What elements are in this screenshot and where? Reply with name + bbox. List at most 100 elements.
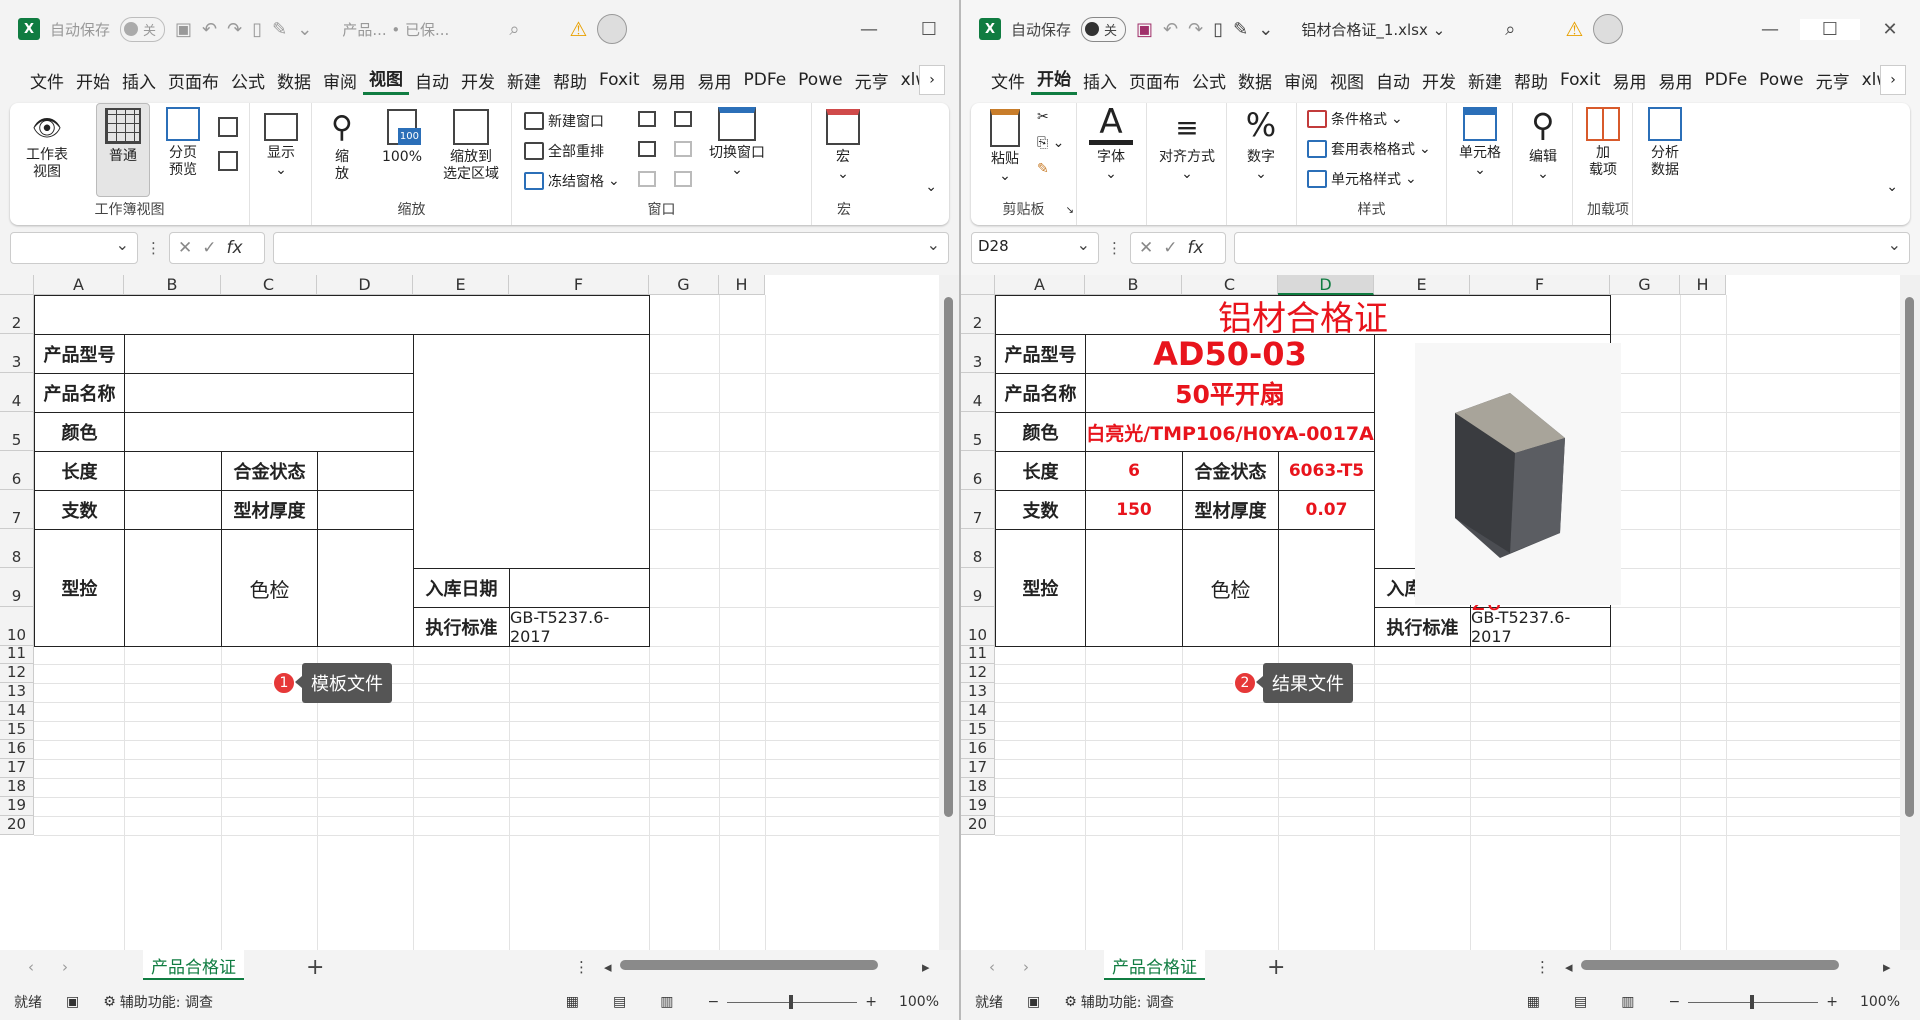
scroll-right-icon[interactable]: ▸ bbox=[1883, 958, 1891, 976]
menu-tab[interactable]: PDFe bbox=[1699, 70, 1754, 90]
analyze-data-button[interactable]: 分析 数据 bbox=[1643, 107, 1687, 179]
label-length[interactable]: 长度 bbox=[995, 451, 1086, 491]
zoom-in-icon[interactable]: + bbox=[1826, 994, 1838, 1010]
label-date[interactable]: 入库日期 bbox=[413, 568, 510, 608]
worksheet-grid[interactable]: A B C D E F G H 2 3 4 5 6 7 8 9 10 11 12 13 14 15 16 17 18 19 20 产品… bbox=[0, 275, 959, 950]
column-header[interactable]: D bbox=[317, 275, 413, 295]
menu-tab[interactable]: 开始 bbox=[1031, 65, 1077, 95]
row-header[interactable]: 20 bbox=[961, 815, 995, 835]
menu-tab[interactable]: 易用 bbox=[646, 68, 692, 93]
vertical-scrollbar[interactable] bbox=[939, 275, 959, 950]
menu-tab[interactable]: 开始 bbox=[70, 68, 116, 93]
formula-input[interactable] bbox=[273, 232, 949, 264]
select-all-corner[interactable] bbox=[961, 275, 995, 295]
alloy-value[interactable]: 6063-T5 bbox=[1278, 451, 1375, 491]
tab-split-icon[interactable]: ⋮ bbox=[1535, 958, 1550, 976]
row-header[interactable]: 5 bbox=[961, 412, 995, 451]
row-header[interactable]: 6 bbox=[961, 451, 995, 490]
column-header[interactable]: F bbox=[509, 275, 649, 295]
row-header[interactable]: 7 bbox=[961, 490, 995, 529]
row-header[interactable]: 7 bbox=[0, 490, 34, 529]
horizontal-scrollbar[interactable] bbox=[1581, 960, 1839, 970]
macro-button[interactable]: 宏 ⌄ bbox=[822, 109, 864, 183]
column-header[interactable]: H bbox=[1680, 275, 1726, 295]
label-type-check[interactable]: 型捡 bbox=[995, 529, 1086, 647]
menu-tab[interactable]: 帮助 bbox=[547, 68, 593, 93]
undo-icon[interactable]: ↶ bbox=[1163, 19, 1178, 40]
row-header[interactable]: 12 bbox=[961, 663, 995, 683]
column-header[interactable]: B bbox=[1085, 275, 1182, 295]
row-header[interactable]: 10 bbox=[0, 607, 34, 646]
select-all-corner[interactable] bbox=[0, 275, 34, 295]
row-header[interactable]: 4 bbox=[961, 373, 995, 412]
color-check-value[interactable] bbox=[1278, 529, 1375, 647]
label-name[interactable]: 产品名称 bbox=[34, 373, 125, 413]
undo-icon[interactable]: ↶ bbox=[202, 19, 217, 40]
label-name[interactable]: 产品名称 bbox=[995, 373, 1086, 413]
vertical-scrollbar[interactable] bbox=[1900, 275, 1920, 950]
standard-value[interactable]: GB-T5237.6-2017 bbox=[509, 607, 650, 647]
column-header[interactable]: A bbox=[34, 275, 124, 295]
row-header[interactable]: 8 bbox=[0, 529, 34, 568]
add-sheet-icon[interactable]: + bbox=[1267, 955, 1285, 980]
format-painter-icon[interactable]: ✎ bbox=[272, 19, 287, 40]
unhide-icon[interactable] bbox=[638, 171, 656, 187]
warning-icon[interactable]: ⚠ bbox=[569, 17, 587, 41]
zoom-out-icon[interactable]: − bbox=[708, 994, 720, 1010]
cancel-icon[interactable]: ✕ bbox=[1139, 238, 1153, 258]
title-cell[interactable]: 铝材合格证 bbox=[995, 295, 1611, 339]
row-header[interactable]: 13 bbox=[961, 682, 995, 702]
add-sheet-icon[interactable]: + bbox=[306, 955, 324, 980]
row-header[interactable]: 10 bbox=[961, 607, 995, 646]
zoom-level[interactable]: 100% bbox=[1860, 994, 1900, 1010]
menu-tab[interactable]: Foxit bbox=[593, 70, 646, 90]
format-painter-icon[interactable]: ✎ bbox=[1233, 19, 1248, 40]
new-file-icon[interactable]: ▯ bbox=[252, 19, 262, 40]
row-header[interactable]: 2 bbox=[0, 295, 34, 334]
customize-qat-icon[interactable]: ⌄ bbox=[1258, 19, 1273, 40]
autosave-toggle[interactable]: 关 bbox=[1081, 16, 1127, 42]
row-header[interactable]: 17 bbox=[0, 758, 34, 778]
cancel-icon[interactable]: ✕ bbox=[178, 238, 192, 258]
zoom-slider[interactable] bbox=[727, 994, 858, 1009]
row-header[interactable]: 14 bbox=[961, 701, 995, 721]
scroll-left-icon[interactable]: ◂ bbox=[1565, 958, 1573, 976]
zoom-out-icon[interactable]: − bbox=[1669, 994, 1681, 1010]
label-alloy[interactable]: 合金状态 bbox=[1182, 451, 1279, 491]
menu-tab[interactable]: 审阅 bbox=[1278, 68, 1324, 93]
scroll-right-icon[interactable]: ▸ bbox=[922, 958, 930, 976]
sheet-tab[interactable]: 产品合格证 bbox=[1104, 950, 1205, 980]
customize-qat-icon[interactable]: ⌄ bbox=[297, 19, 312, 40]
avatar[interactable] bbox=[1593, 14, 1624, 44]
font-button[interactable]: A 字体 ⌄ bbox=[1089, 105, 1133, 183]
row-header[interactable]: 9 bbox=[961, 568, 995, 607]
label-alloy[interactable]: 合金状态 bbox=[221, 451, 318, 491]
page-layout-icon[interactable] bbox=[218, 117, 238, 137]
menu-tab[interactable]: 公式 bbox=[225, 68, 271, 93]
menu-tab[interactable]: 视图 bbox=[363, 65, 409, 95]
menu-tab[interactable]: 审阅 bbox=[317, 68, 363, 93]
row-header[interactable]: 11 bbox=[0, 644, 34, 664]
menu-tab[interactable]: 自动 bbox=[409, 68, 455, 93]
insert-function-icon[interactable]: fx bbox=[1188, 238, 1204, 258]
prev-sheet-icon[interactable]: ‹ bbox=[28, 958, 34, 976]
formula-input[interactable] bbox=[1234, 232, 1910, 264]
more-tabs-icon[interactable]: › bbox=[1880, 65, 1906, 95]
menu-tab[interactable]: 开发 bbox=[455, 68, 501, 93]
paste-button[interactable]: 粘贴 ⌄ bbox=[983, 109, 1027, 185]
menu-tab[interactable]: 帮助 bbox=[1508, 68, 1554, 93]
alloy-value[interactable] bbox=[317, 451, 414, 491]
hide-icon[interactable] bbox=[638, 141, 656, 157]
search-icon[interactable]: ⌕ bbox=[1505, 19, 1515, 40]
name-box[interactable]: D28 bbox=[971, 232, 1099, 264]
page-break-view-icon[interactable]: ▥ bbox=[660, 994, 673, 1010]
split-icon[interactable] bbox=[638, 111, 656, 127]
menu-tab[interactable]: 数据 bbox=[1232, 68, 1278, 93]
accessibility-status[interactable]: 辅助功能: 调查 bbox=[1081, 992, 1174, 1012]
count-value[interactable] bbox=[124, 490, 222, 530]
row-header[interactable]: 19 bbox=[961, 796, 995, 816]
color-value[interactable]: 白亮光/TMP106/H0YA-0017A bbox=[1085, 412, 1375, 452]
enter-icon[interactable]: ✓ bbox=[202, 238, 216, 258]
maximize-icon[interactable]: ☐ bbox=[1800, 18, 1860, 40]
model-value[interactable] bbox=[124, 334, 414, 374]
